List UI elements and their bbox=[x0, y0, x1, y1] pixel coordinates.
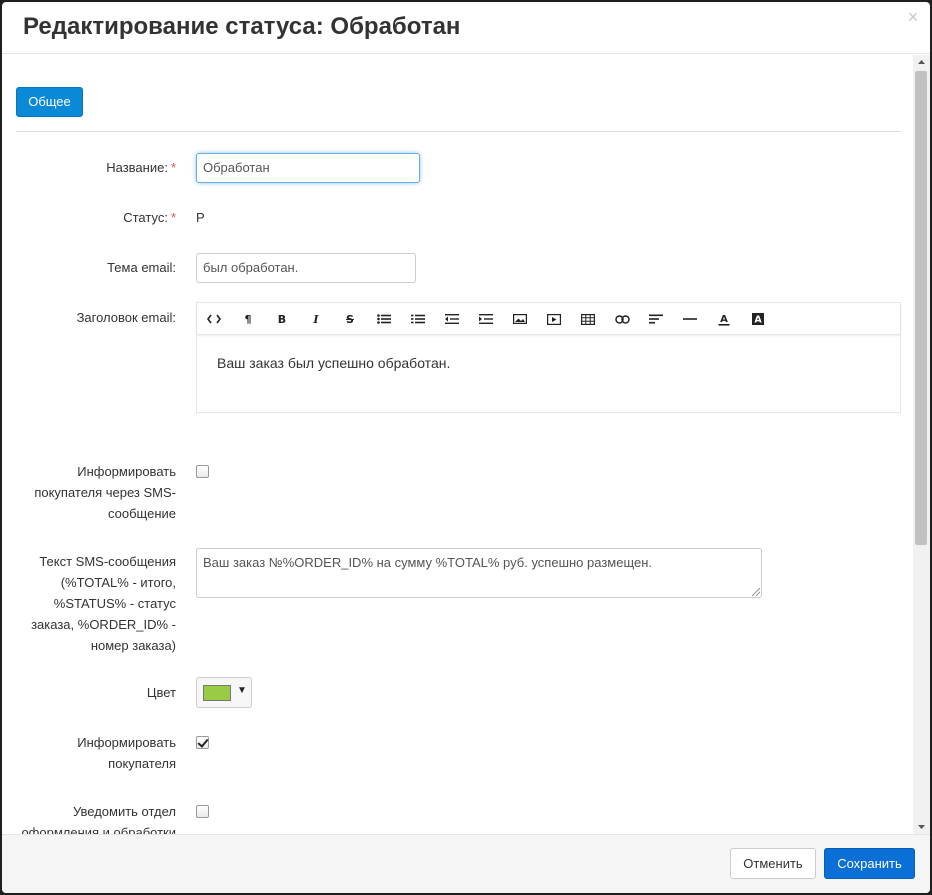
notify-department-label: Уведомить отдел оформления и обработки bbox=[21, 804, 176, 834]
color-picker[interactable]: ▼ bbox=[196, 677, 252, 708]
table-icon[interactable] bbox=[578, 309, 598, 329]
status-value: P bbox=[196, 210, 205, 225]
link-icon[interactable] bbox=[612, 309, 632, 329]
tab-general[interactable]: Общее bbox=[16, 87, 83, 117]
italic-icon[interactable]: I bbox=[306, 309, 326, 329]
email-subject-label: Тема email: bbox=[107, 260, 176, 275]
notify-department-checkbox[interactable] bbox=[196, 805, 209, 818]
modal-title: Редактирование статуса: Обработан bbox=[23, 13, 461, 40]
horizontal-rule-icon[interactable] bbox=[680, 309, 700, 329]
video-icon[interactable] bbox=[544, 309, 564, 329]
close-icon[interactable]: × bbox=[905, 8, 921, 26]
email-subject-input[interactable]: был обработан. bbox=[196, 253, 416, 283]
tabs-divider bbox=[16, 131, 901, 132]
notify-customer-checkbox[interactable] bbox=[196, 736, 209, 749]
required-mark: * bbox=[170, 160, 176, 175]
strikethrough-icon[interactable]: S bbox=[340, 309, 360, 329]
notify-customer-label: Информировать покупателя bbox=[77, 735, 176, 771]
font-color-icon[interactable]: A bbox=[714, 309, 734, 329]
sms-notify-label: Информировать покупателя через SMS- сооб… bbox=[34, 464, 176, 521]
editor-toolbar: ¶ B I S A A bbox=[197, 303, 900, 335]
sms-text-textarea[interactable]: Ваш заказ №%ORDER_ID% на сумму %TOTAL% р… bbox=[196, 548, 762, 598]
paragraph-icon[interactable]: ¶ bbox=[238, 309, 258, 329]
modal-header: Редактирование статуса: Обработан × bbox=[2, 2, 930, 54]
sms-notify-checkbox[interactable] bbox=[196, 465, 209, 478]
email-header-label: Заголовок email: bbox=[76, 310, 176, 325]
outdent-icon[interactable] bbox=[442, 309, 462, 329]
modal-body: Общее Название: * Обработан Статус: * P Те… bbox=[2, 55, 930, 834]
email-header-editor[interactable]: ¶ B I S A A Ваш заказ был успешно обрабо… bbox=[196, 302, 901, 413]
scroll-down-icon[interactable] bbox=[913, 820, 930, 834]
scroll-up-icon[interactable] bbox=[913, 55, 930, 69]
svg-text:A: A bbox=[720, 314, 728, 325]
scroll-thumb[interactable] bbox=[915, 71, 927, 545]
code-icon[interactable] bbox=[204, 309, 224, 329]
edit-status-modal: Редактирование статуса: Обработан × Обще… bbox=[2, 2, 930, 893]
indent-icon[interactable] bbox=[476, 309, 496, 329]
ordered-list-icon[interactable] bbox=[408, 309, 428, 329]
cancel-button[interactable]: Отменить bbox=[730, 848, 816, 879]
name-input[interactable]: Обработан bbox=[196, 153, 420, 183]
caret-down-icon: ▼ bbox=[237, 685, 247, 696]
modal-footer: Отменить Сохранить bbox=[2, 834, 930, 893]
save-button[interactable]: Сохранить bbox=[824, 848, 915, 879]
scrollbar[interactable] bbox=[913, 55, 930, 834]
color-swatch bbox=[203, 685, 231, 701]
align-icon[interactable] bbox=[646, 309, 666, 329]
required-mark: * bbox=[170, 210, 176, 225]
status-label: Статус: * bbox=[123, 210, 176, 225]
resize-handle[interactable] bbox=[752, 588, 760, 596]
sms-text-label: Текст SMS-сообщения (%TOTAL% - итого, %S… bbox=[31, 554, 176, 653]
name-label: Название: * bbox=[106, 160, 176, 175]
color-label: Цвет bbox=[146, 685, 176, 700]
svg-text:A: A bbox=[754, 315, 762, 325]
unordered-list-icon[interactable] bbox=[374, 309, 394, 329]
background-color-icon[interactable]: A bbox=[748, 309, 768, 329]
editor-content[interactable]: Ваш заказ был успешно обработан. bbox=[217, 355, 450, 371]
image-icon[interactable] bbox=[510, 309, 530, 329]
bold-icon[interactable]: B bbox=[272, 309, 292, 329]
